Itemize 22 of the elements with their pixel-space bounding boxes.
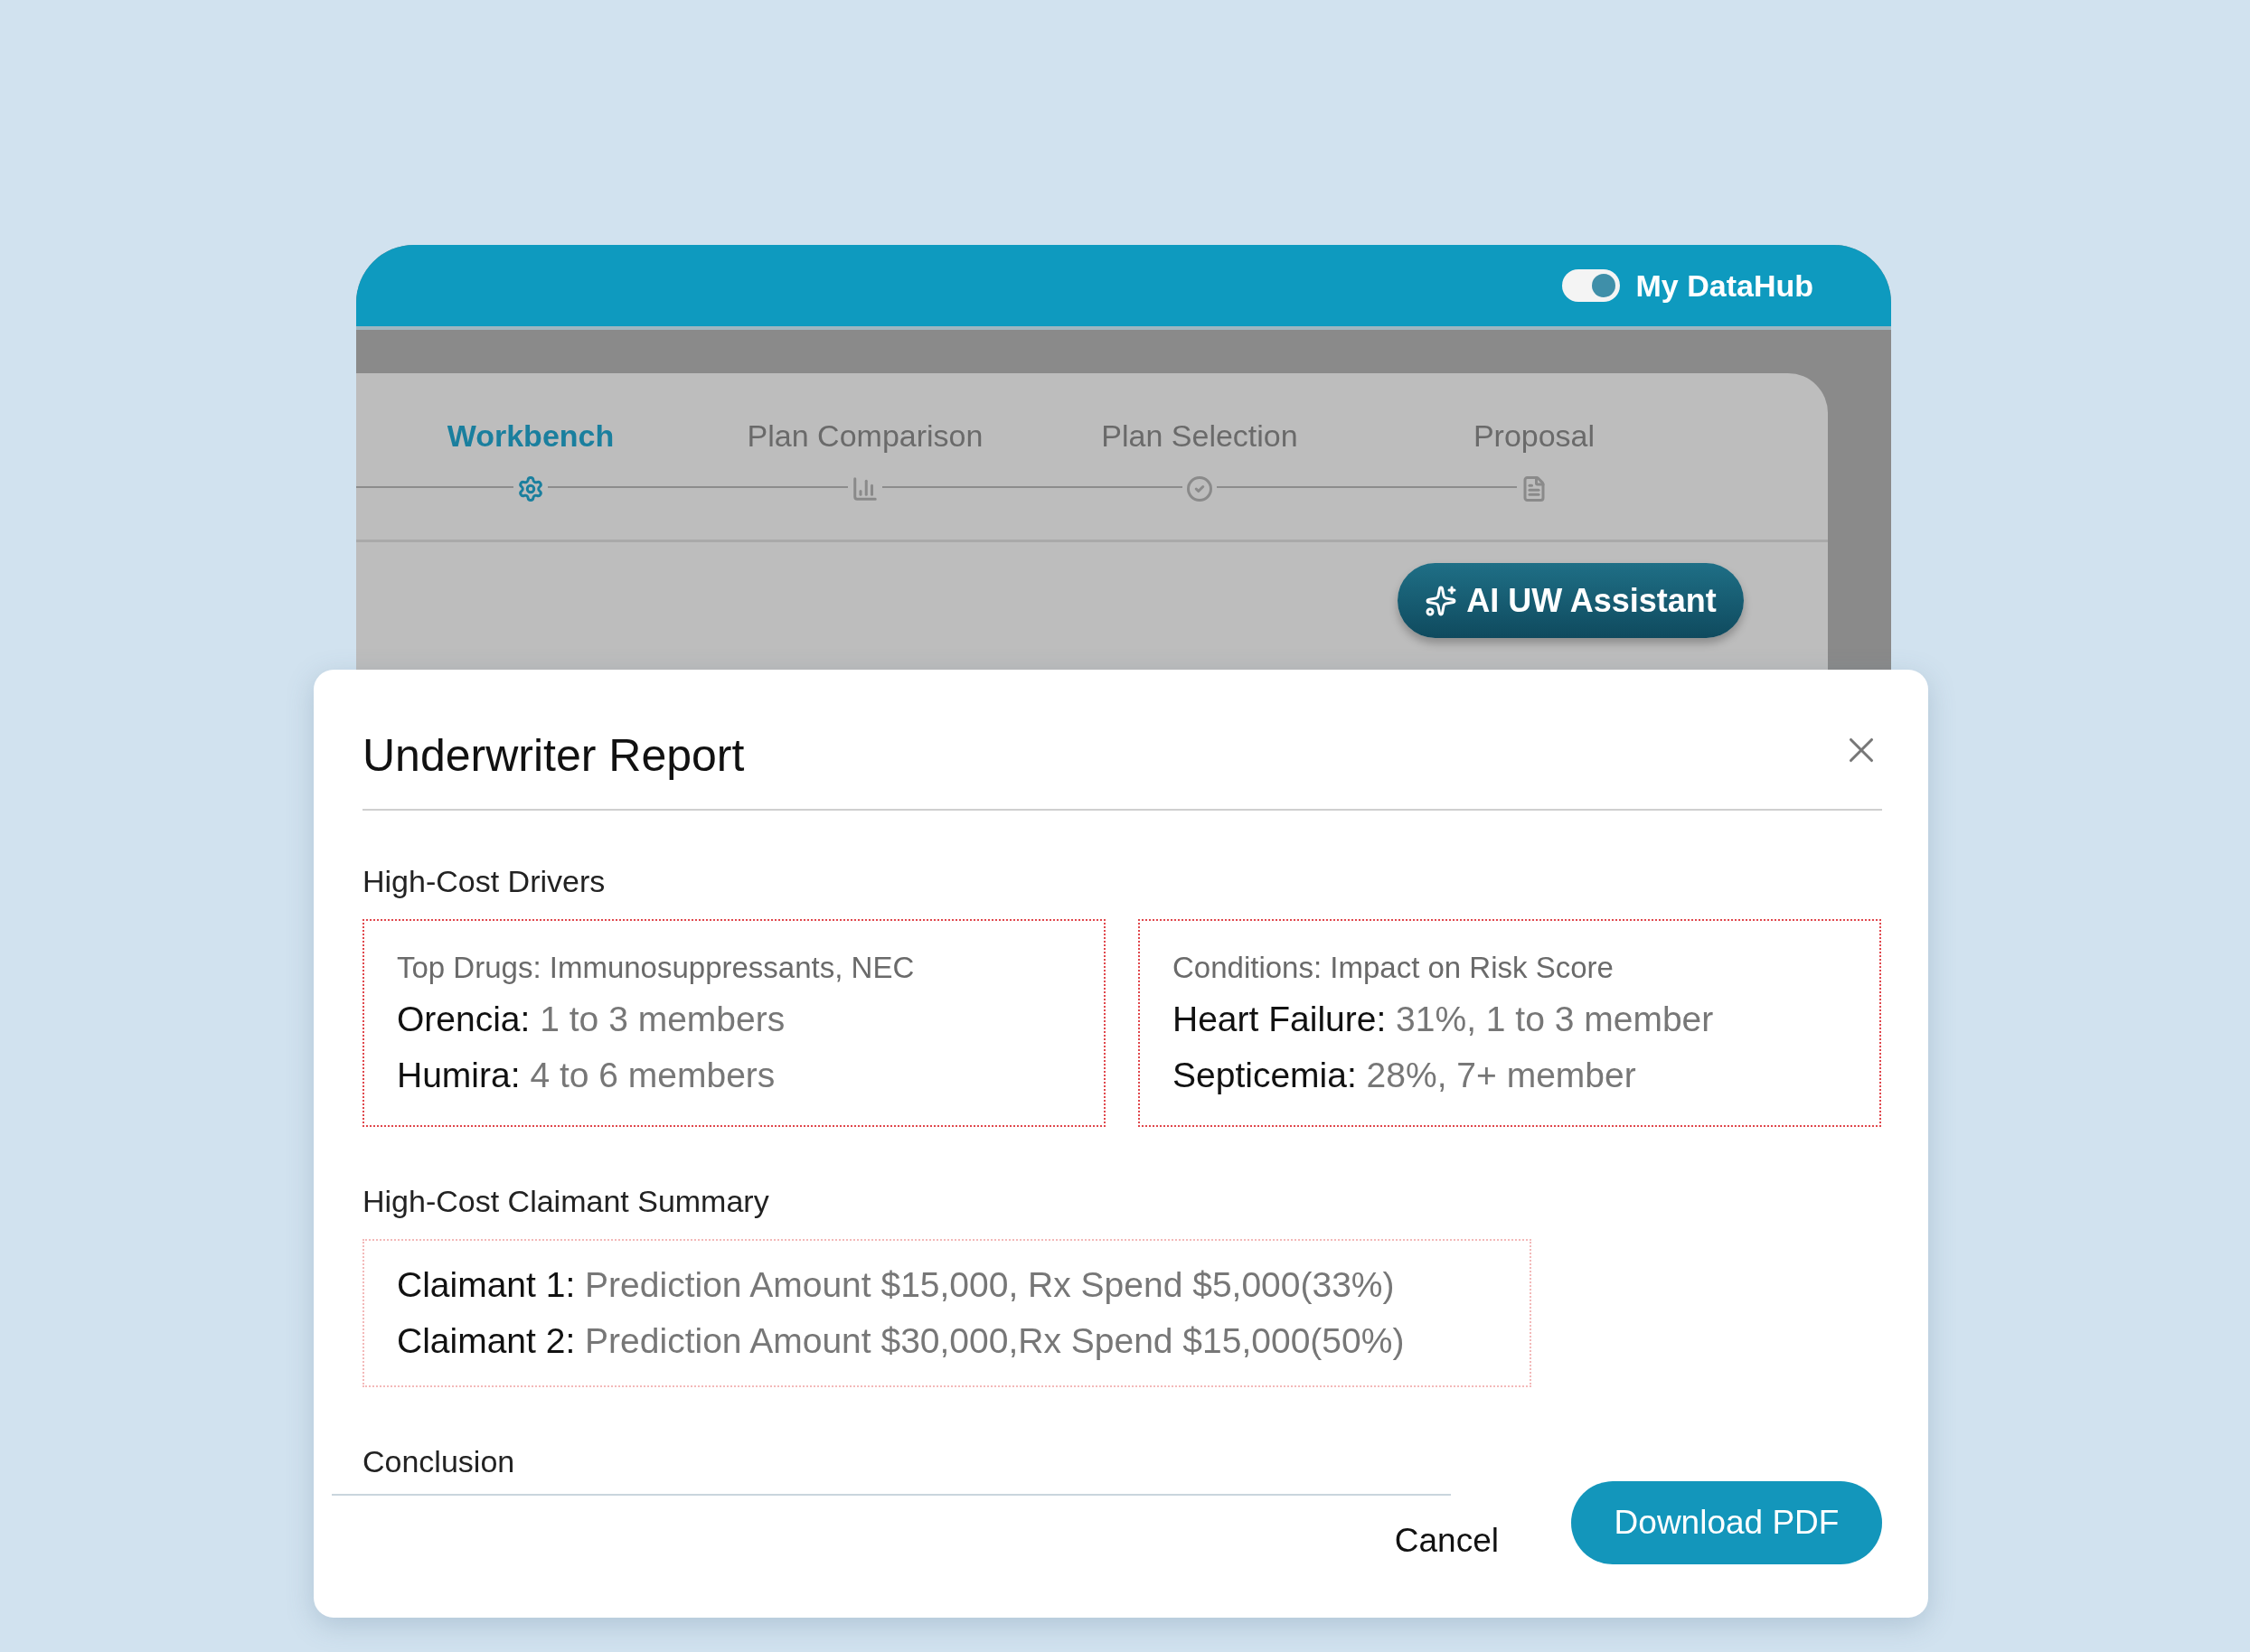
download-button[interactable]: Download PDF — [1571, 1481, 1882, 1564]
step-tab[interactable]: Plan Selection — [1101, 418, 1298, 454]
step-tab[interactable]: Proposal — [1473, 418, 1596, 454]
step-tab[interactable]: Workbench — [447, 418, 615, 454]
cancel-button[interactable]: Cancel — [1394, 1522, 1499, 1560]
section-heading: High-Cost Drivers — [362, 863, 607, 900]
step-tab[interactable]: Plan Comparison — [747, 418, 984, 454]
section-heading: Conclusion — [362, 1443, 516, 1480]
section-heading: High-Cost Claimant Summary — [362, 1183, 770, 1220]
card-row-text: Claimant 2: Prediction Amount $30,000,Rx Spend $15,000(50%) — [397, 1320, 1406, 1362]
card-row-text: Humira: 4 to 6 members — [397, 1055, 777, 1096]
card-row-text: Claimant 1: Prediction Amount $15,000, Rx Spend $5,000(33%) — [397, 1264, 1396, 1306]
dialog-title: Underwriter Report — [362, 729, 745, 782]
toggle-switch[interactable] — [1561, 269, 1620, 302]
card-row-text: Heart Failure: 31%, 1 to 3 member — [1172, 999, 1715, 1040]
card-row-text: Orencia: 1 to 3 members — [397, 999, 786, 1040]
sparkle-icon — [1425, 584, 1458, 617]
assistant-button[interactable]: AI UW Assistant — [1398, 563, 1744, 638]
card-row-text: Septicemia: 28%, 7+ member — [1172, 1055, 1637, 1096]
toggle-label: My DataHub — [1635, 268, 1813, 304]
card-caption: Top Drugs: Immunosuppressants, NEC — [397, 950, 916, 986]
card-caption: Conditions: Impact on Risk Score — [1172, 950, 1615, 986]
